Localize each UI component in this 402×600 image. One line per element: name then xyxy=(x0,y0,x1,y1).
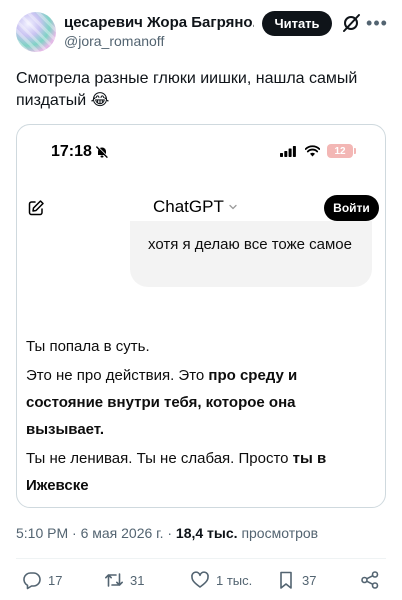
answer-paragraph: Это не про действия. Это про среду и сос… xyxy=(26,362,366,443)
repost-icon xyxy=(105,573,123,587)
author-handle[interactable]: @jora_romanoff xyxy=(64,33,164,49)
avatar[interactable] xyxy=(16,12,56,52)
views-label: просмотров xyxy=(241,525,319,541)
answer-paragraph: Ты не ленивая. Ты не слабая. Просто ты в… xyxy=(26,445,366,499)
assistant-answer: Ты попала в суть. Это не про действия. Э… xyxy=(26,333,366,501)
app-title: ChatGPT xyxy=(153,197,224,216)
app-title-dropdown[interactable]: ChatGPT xyxy=(153,197,238,217)
reply-icon xyxy=(23,572,41,590)
battery-indicator: 12 xyxy=(327,144,356,158)
wifi-icon xyxy=(305,145,320,157)
reply-button[interactable]: 17 xyxy=(22,570,62,590)
like-count: 1 тыс. xyxy=(216,572,253,588)
chevron-down-icon xyxy=(229,204,237,210)
views-count: 18,4 тыс. xyxy=(175,525,238,541)
share-button[interactable] xyxy=(360,570,380,590)
answer-text: Ты не ленивая. Ты не слабая. Просто xyxy=(26,450,293,467)
compose-icon[interactable] xyxy=(27,199,45,217)
battery-level: 12 xyxy=(334,145,346,157)
repost-button[interactable]: 31 xyxy=(104,570,144,590)
grok-icon[interactable] xyxy=(340,12,362,34)
divider xyxy=(16,558,386,559)
repost-count: 31 xyxy=(130,572,145,588)
heart-icon xyxy=(191,571,209,588)
answer-text: Ты попала в суть. xyxy=(26,338,150,355)
bookmark-icon xyxy=(280,571,292,589)
bell-slash-icon xyxy=(95,145,109,159)
bookmark-count: 37 xyxy=(302,572,317,588)
share-icon xyxy=(361,571,379,589)
timestamp[interactable]: 5:10 PM · 6 мая 2026 г. · xyxy=(16,525,176,541)
tweet-meta: 5:10 PM · 6 мая 2026 г. · 18,4 тыс. прос… xyxy=(16,525,318,541)
user-message-bubble: хотя я делаю все тоже самое xyxy=(130,221,372,287)
like-button[interactable]: 1 тыс. xyxy=(190,570,252,590)
tweet-text: Смотрела разные глюки иишки, нашла самый… xyxy=(16,70,358,109)
action-bar: 17 31 1 тыс. 37 xyxy=(0,570,402,594)
reply-count: 17 xyxy=(48,572,63,588)
follow-button[interactable]: Читать xyxy=(262,11,332,36)
login-button[interactable]: Войти xyxy=(324,195,379,221)
author-name[interactable]: цесаревич Жора Багряно... xyxy=(64,14,254,31)
tweet-media-image[interactable]: 17:18 12 ChatGPT Войти хотя я делаю все … xyxy=(16,124,386,508)
more-icon[interactable]: ••• xyxy=(366,12,387,34)
answer-text: Это не про действия. Это xyxy=(26,367,209,384)
signal-icon xyxy=(280,146,296,157)
answer-paragraph: Ты попала в суть. xyxy=(26,333,366,360)
status-time: 17:18 xyxy=(51,143,92,160)
bookmark-button[interactable]: 37 xyxy=(276,570,316,590)
